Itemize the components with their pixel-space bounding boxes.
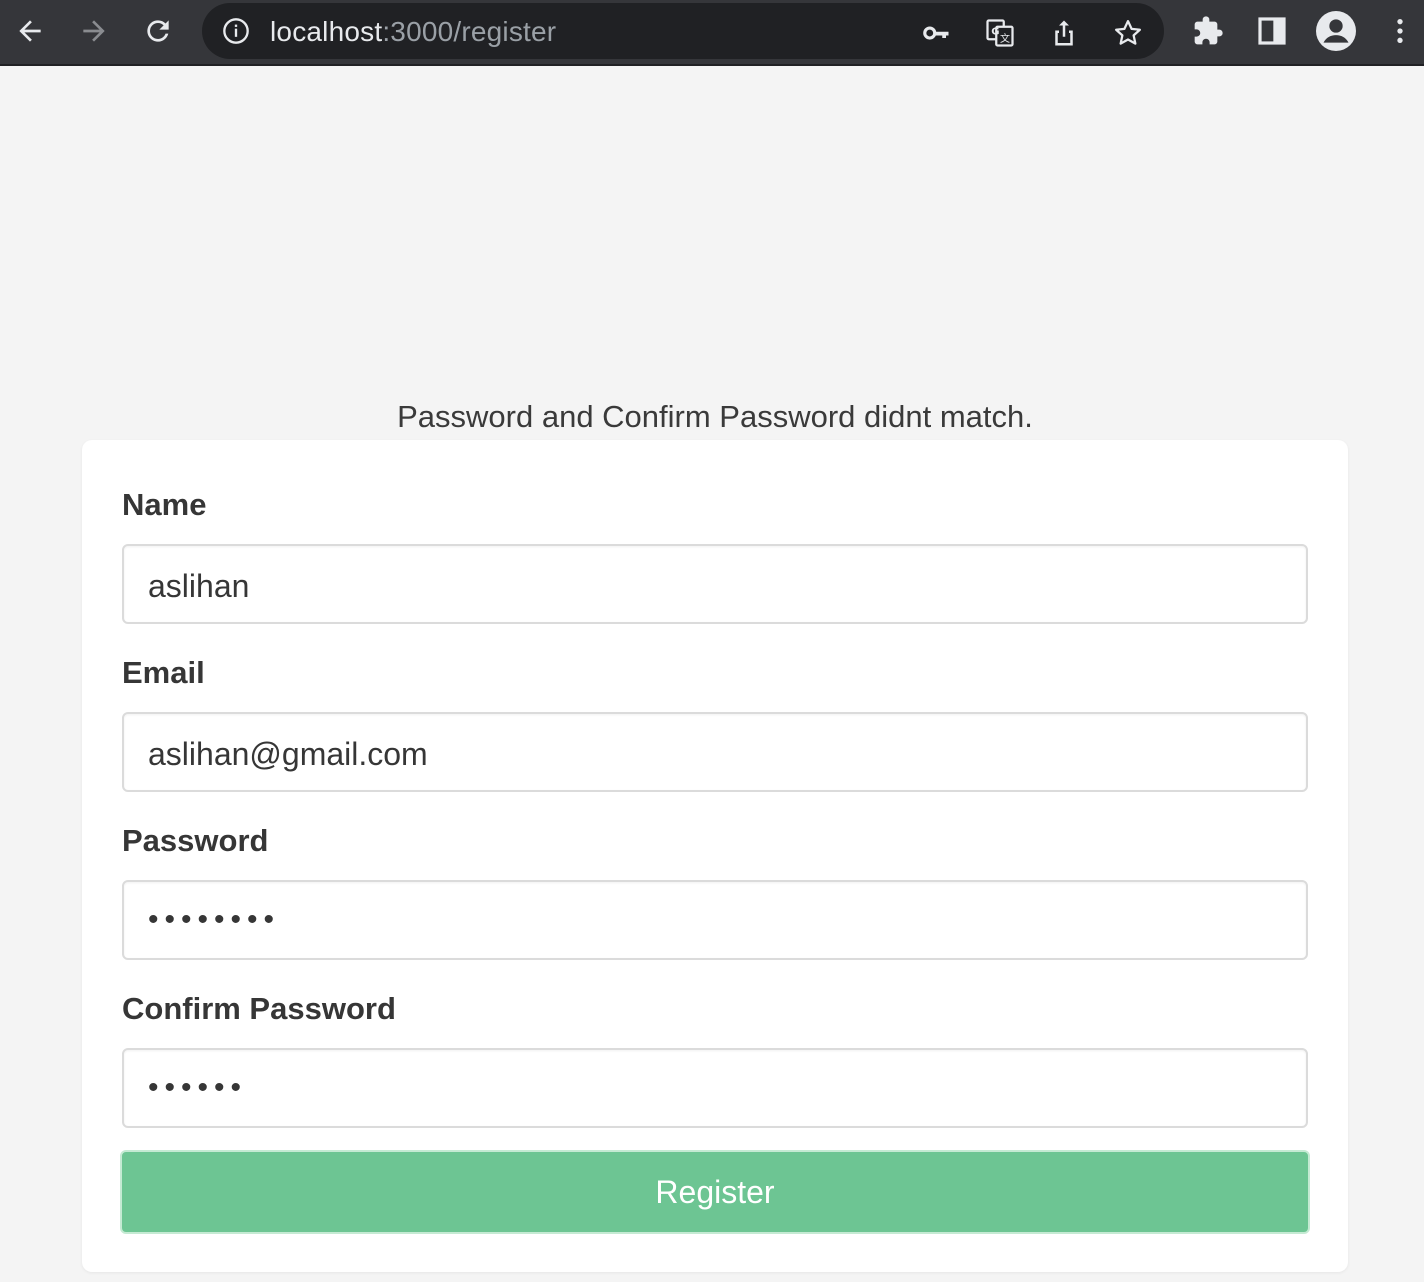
back-button[interactable] (8, 9, 52, 53)
svg-text:G: G (991, 26, 999, 37)
puzzle-icon (1194, 16, 1223, 45)
confirm-password-label: Confirm Password (122, 991, 396, 1026)
register-button[interactable]: Register (120, 1150, 1310, 1234)
name-field[interactable]: aslihan (122, 544, 1308, 624)
side-panel-icon (1258, 17, 1286, 45)
email-label: Email (122, 655, 205, 690)
bookmark-star-icon[interactable] (1110, 15, 1146, 51)
arrow-left-icon (19, 20, 41, 42)
arrow-right-icon (83, 20, 105, 42)
more-vert-icon (1397, 19, 1403, 43)
site-info-icon[interactable] (220, 15, 252, 47)
confirm-password-field[interactable]: •••••• (122, 1048, 1308, 1128)
browser-toolbar: localhost:3000/register G文 (0, 0, 1424, 66)
svg-text:文: 文 (1000, 32, 1010, 45)
address-bar[interactable]: localhost:3000/register G文 (202, 3, 1164, 59)
url-path: :3000/register (382, 16, 557, 47)
profile-button[interactable] (1314, 9, 1358, 53)
forward-button[interactable] (72, 9, 116, 53)
password-field[interactable]: •••••••• (122, 880, 1308, 960)
password-value: •••••••• (148, 903, 281, 936)
avatar-icon (1316, 11, 1356, 51)
email-value: aslihan@gmail.com (148, 736, 428, 772)
register-form: Name aslihan Email aslihan@gmail.com Pas… (82, 440, 1348, 1272)
error-message: Password and Confirm Password didnt matc… (397, 399, 1033, 434)
translate-icon[interactable]: G文 (982, 15, 1018, 51)
name-label: Name (122, 487, 207, 522)
reload-icon (147, 20, 169, 42)
email-field[interactable]: aslihan@gmail.com (122, 712, 1308, 792)
reload-button[interactable] (136, 9, 180, 53)
key-icon[interactable] (918, 15, 954, 51)
name-value: aslihan (148, 568, 250, 604)
share-icon[interactable] (1046, 15, 1082, 51)
side-panel-button[interactable] (1250, 9, 1294, 53)
password-label: Password (122, 823, 269, 858)
confirm-password-value: •••••• (148, 1071, 248, 1104)
extensions-button[interactable] (1186, 9, 1230, 53)
url-host: localhost (270, 16, 383, 47)
menu-button[interactable] (1378, 9, 1422, 53)
url-text[interactable]: localhost:3000/register (270, 16, 556, 48)
